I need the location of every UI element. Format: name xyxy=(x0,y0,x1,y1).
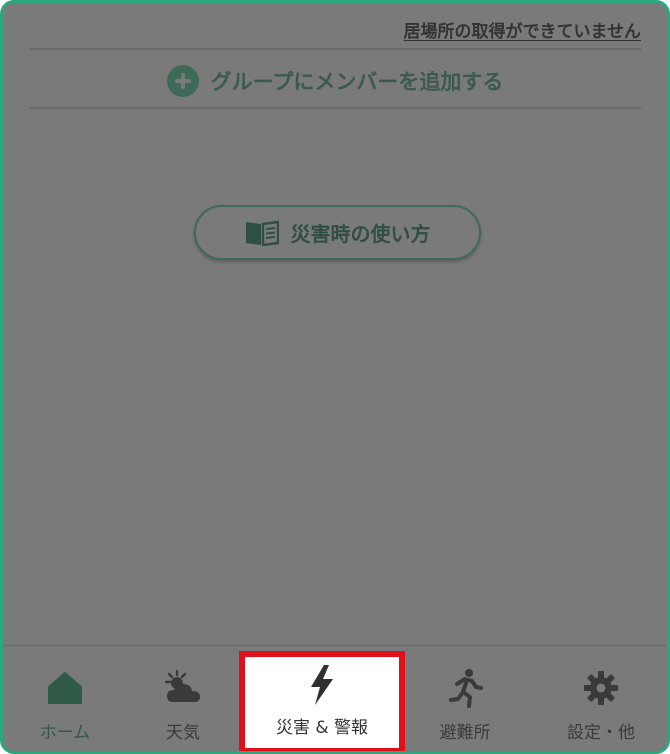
app-frame: 居場所の取得ができていません グループにメンバーを追加する 災害時の使い方 ホー… xyxy=(0,0,670,754)
tab-weather[interactable]: 天気 xyxy=(123,646,243,751)
tab-disaster-alerts[interactable]: 災害 & 警報 xyxy=(239,651,405,751)
tab-settings[interactable]: 設定・他 xyxy=(541,646,661,751)
tab-label: 天気 xyxy=(166,723,200,743)
location-status-link[interactable]: 居場所の取得ができていません xyxy=(404,17,642,42)
divider xyxy=(29,107,641,109)
weather-icon xyxy=(163,668,203,708)
tab-evacuation[interactable]: 避難所 xyxy=(405,646,525,751)
running-person-icon xyxy=(445,668,485,708)
tab-label: 設定・他 xyxy=(567,723,635,743)
home-icon xyxy=(45,668,85,708)
add-member-button[interactable]: グループにメンバーを追加する xyxy=(3,61,667,101)
gear-icon xyxy=(581,668,621,708)
plus-circle-icon xyxy=(166,65,199,97)
disaster-howto-button[interactable]: 災害時の使い方 xyxy=(194,205,481,260)
howto-label: 災害時の使い方 xyxy=(290,222,431,246)
tab-label: 災害 & 警報 xyxy=(275,718,369,738)
divider xyxy=(29,48,641,50)
tab-label: ホーム xyxy=(39,723,91,743)
book-icon xyxy=(245,220,279,246)
tab-home[interactable]: ホーム xyxy=(5,646,125,751)
tab-label: 避難所 xyxy=(439,723,491,743)
lightning-icon xyxy=(302,665,342,705)
add-member-label: グループにメンバーを追加する xyxy=(210,70,504,94)
